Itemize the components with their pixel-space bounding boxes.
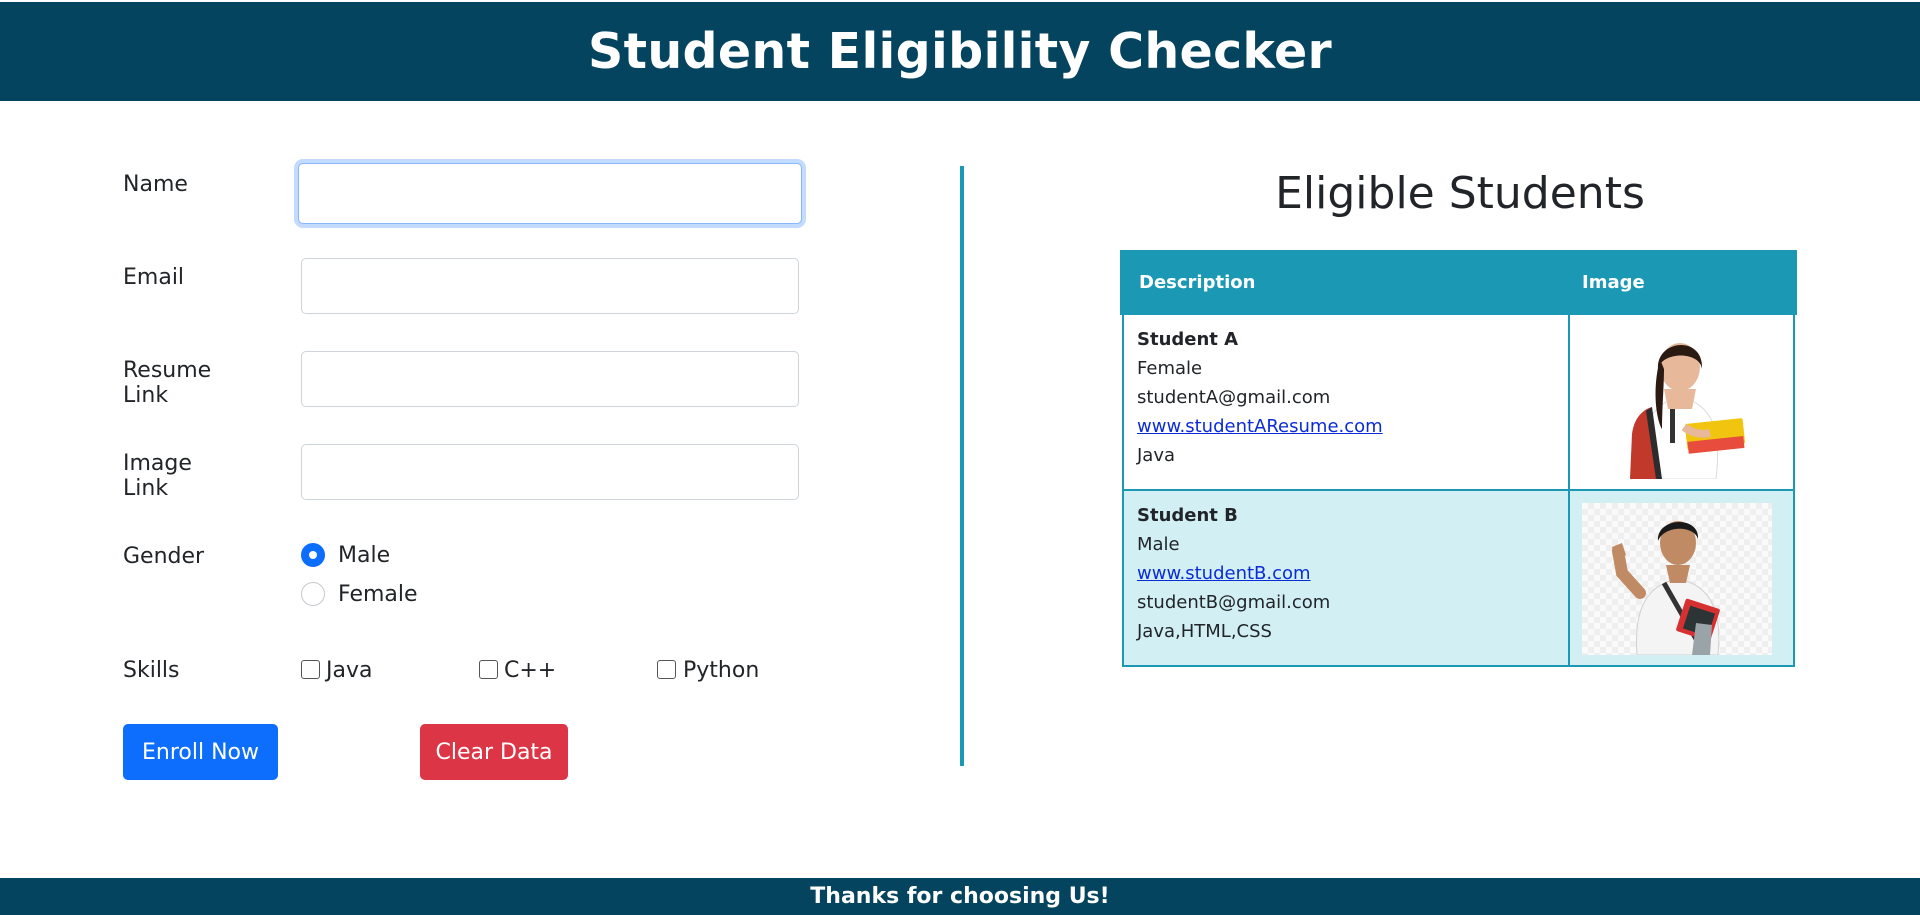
- skill-java-label[interactable]: Java: [326, 658, 372, 683]
- skill-java-checkbox[interactable]: [301, 660, 320, 679]
- description-cell: Student A Female studentA@gmail.com www.…: [1124, 315, 1570, 489]
- gender-male-label[interactable]: Male: [338, 543, 390, 568]
- skill-cpp-label[interactable]: C++: [504, 658, 556, 683]
- table-row: Student A Female studentA@gmail.com www.…: [1122, 315, 1795, 491]
- name-input[interactable]: [298, 163, 802, 224]
- student-gender: Female: [1137, 358, 1203, 379]
- student-b-photo: [1582, 503, 1772, 656]
- table-row: Student B Male www.studentB.com studentB…: [1122, 491, 1795, 667]
- enroll-now-button[interactable]: Enroll Now: [123, 724, 278, 780]
- skills-label: Skills: [123, 658, 180, 683]
- student-email: studentB@gmail.com: [1137, 592, 1331, 613]
- email-input[interactable]: [301, 258, 799, 314]
- image-link-input[interactable]: [301, 444, 799, 500]
- student-name: Student A: [1137, 329, 1239, 350]
- name-label: Name: [123, 172, 188, 197]
- image-link-label: Image Link: [123, 451, 192, 501]
- student-name: Student B: [1137, 505, 1238, 526]
- skill-python-label[interactable]: Python: [683, 658, 759, 683]
- student-a-photo: [1630, 343, 1746, 479]
- student-resume-link[interactable]: www.studentAResume.com: [1137, 416, 1383, 437]
- eligible-students-title: Eligible Students: [1275, 168, 1645, 219]
- student-resume-link[interactable]: www.studentB.com: [1137, 563, 1311, 584]
- email-label: Email: [123, 265, 185, 290]
- column-description-header: Description: [1139, 272, 1256, 293]
- resume-link-input[interactable]: [301, 351, 799, 407]
- gender-female-label[interactable]: Female: [338, 582, 418, 607]
- image-cell: [1570, 315, 1795, 489]
- student-email: studentA@gmail.com: [1137, 387, 1331, 408]
- image-cell: [1570, 491, 1795, 665]
- student-skills: Java: [1137, 445, 1176, 466]
- page-title: Student Eligibility Checker: [588, 23, 1332, 80]
- table-header: Description Image: [1120, 250, 1797, 315]
- column-image-header: Image: [1582, 272, 1645, 293]
- student-skills: Java,HTML,CSS: [1137, 621, 1272, 642]
- gender-female-radio[interactable]: [301, 582, 325, 606]
- student-gender: Male: [1137, 534, 1180, 555]
- skill-cpp-checkbox[interactable]: [479, 660, 498, 679]
- gender-label: Gender: [123, 544, 205, 569]
- description-cell: Student B Male www.studentB.com studentB…: [1124, 491, 1570, 665]
- vertical-divider: [960, 166, 964, 766]
- resume-link-label: Resume Link: [123, 358, 212, 408]
- skill-python-checkbox[interactable]: [657, 660, 676, 679]
- page-header: Student Eligibility Checker: [0, 2, 1920, 101]
- clear-data-button[interactable]: Clear Data: [420, 724, 568, 780]
- gender-male-radio[interactable]: [301, 543, 325, 567]
- page-footer: Thanks for choosing Us!: [0, 878, 1920, 915]
- eligible-students-table: Description Image Student A Female stude…: [1120, 250, 1797, 667]
